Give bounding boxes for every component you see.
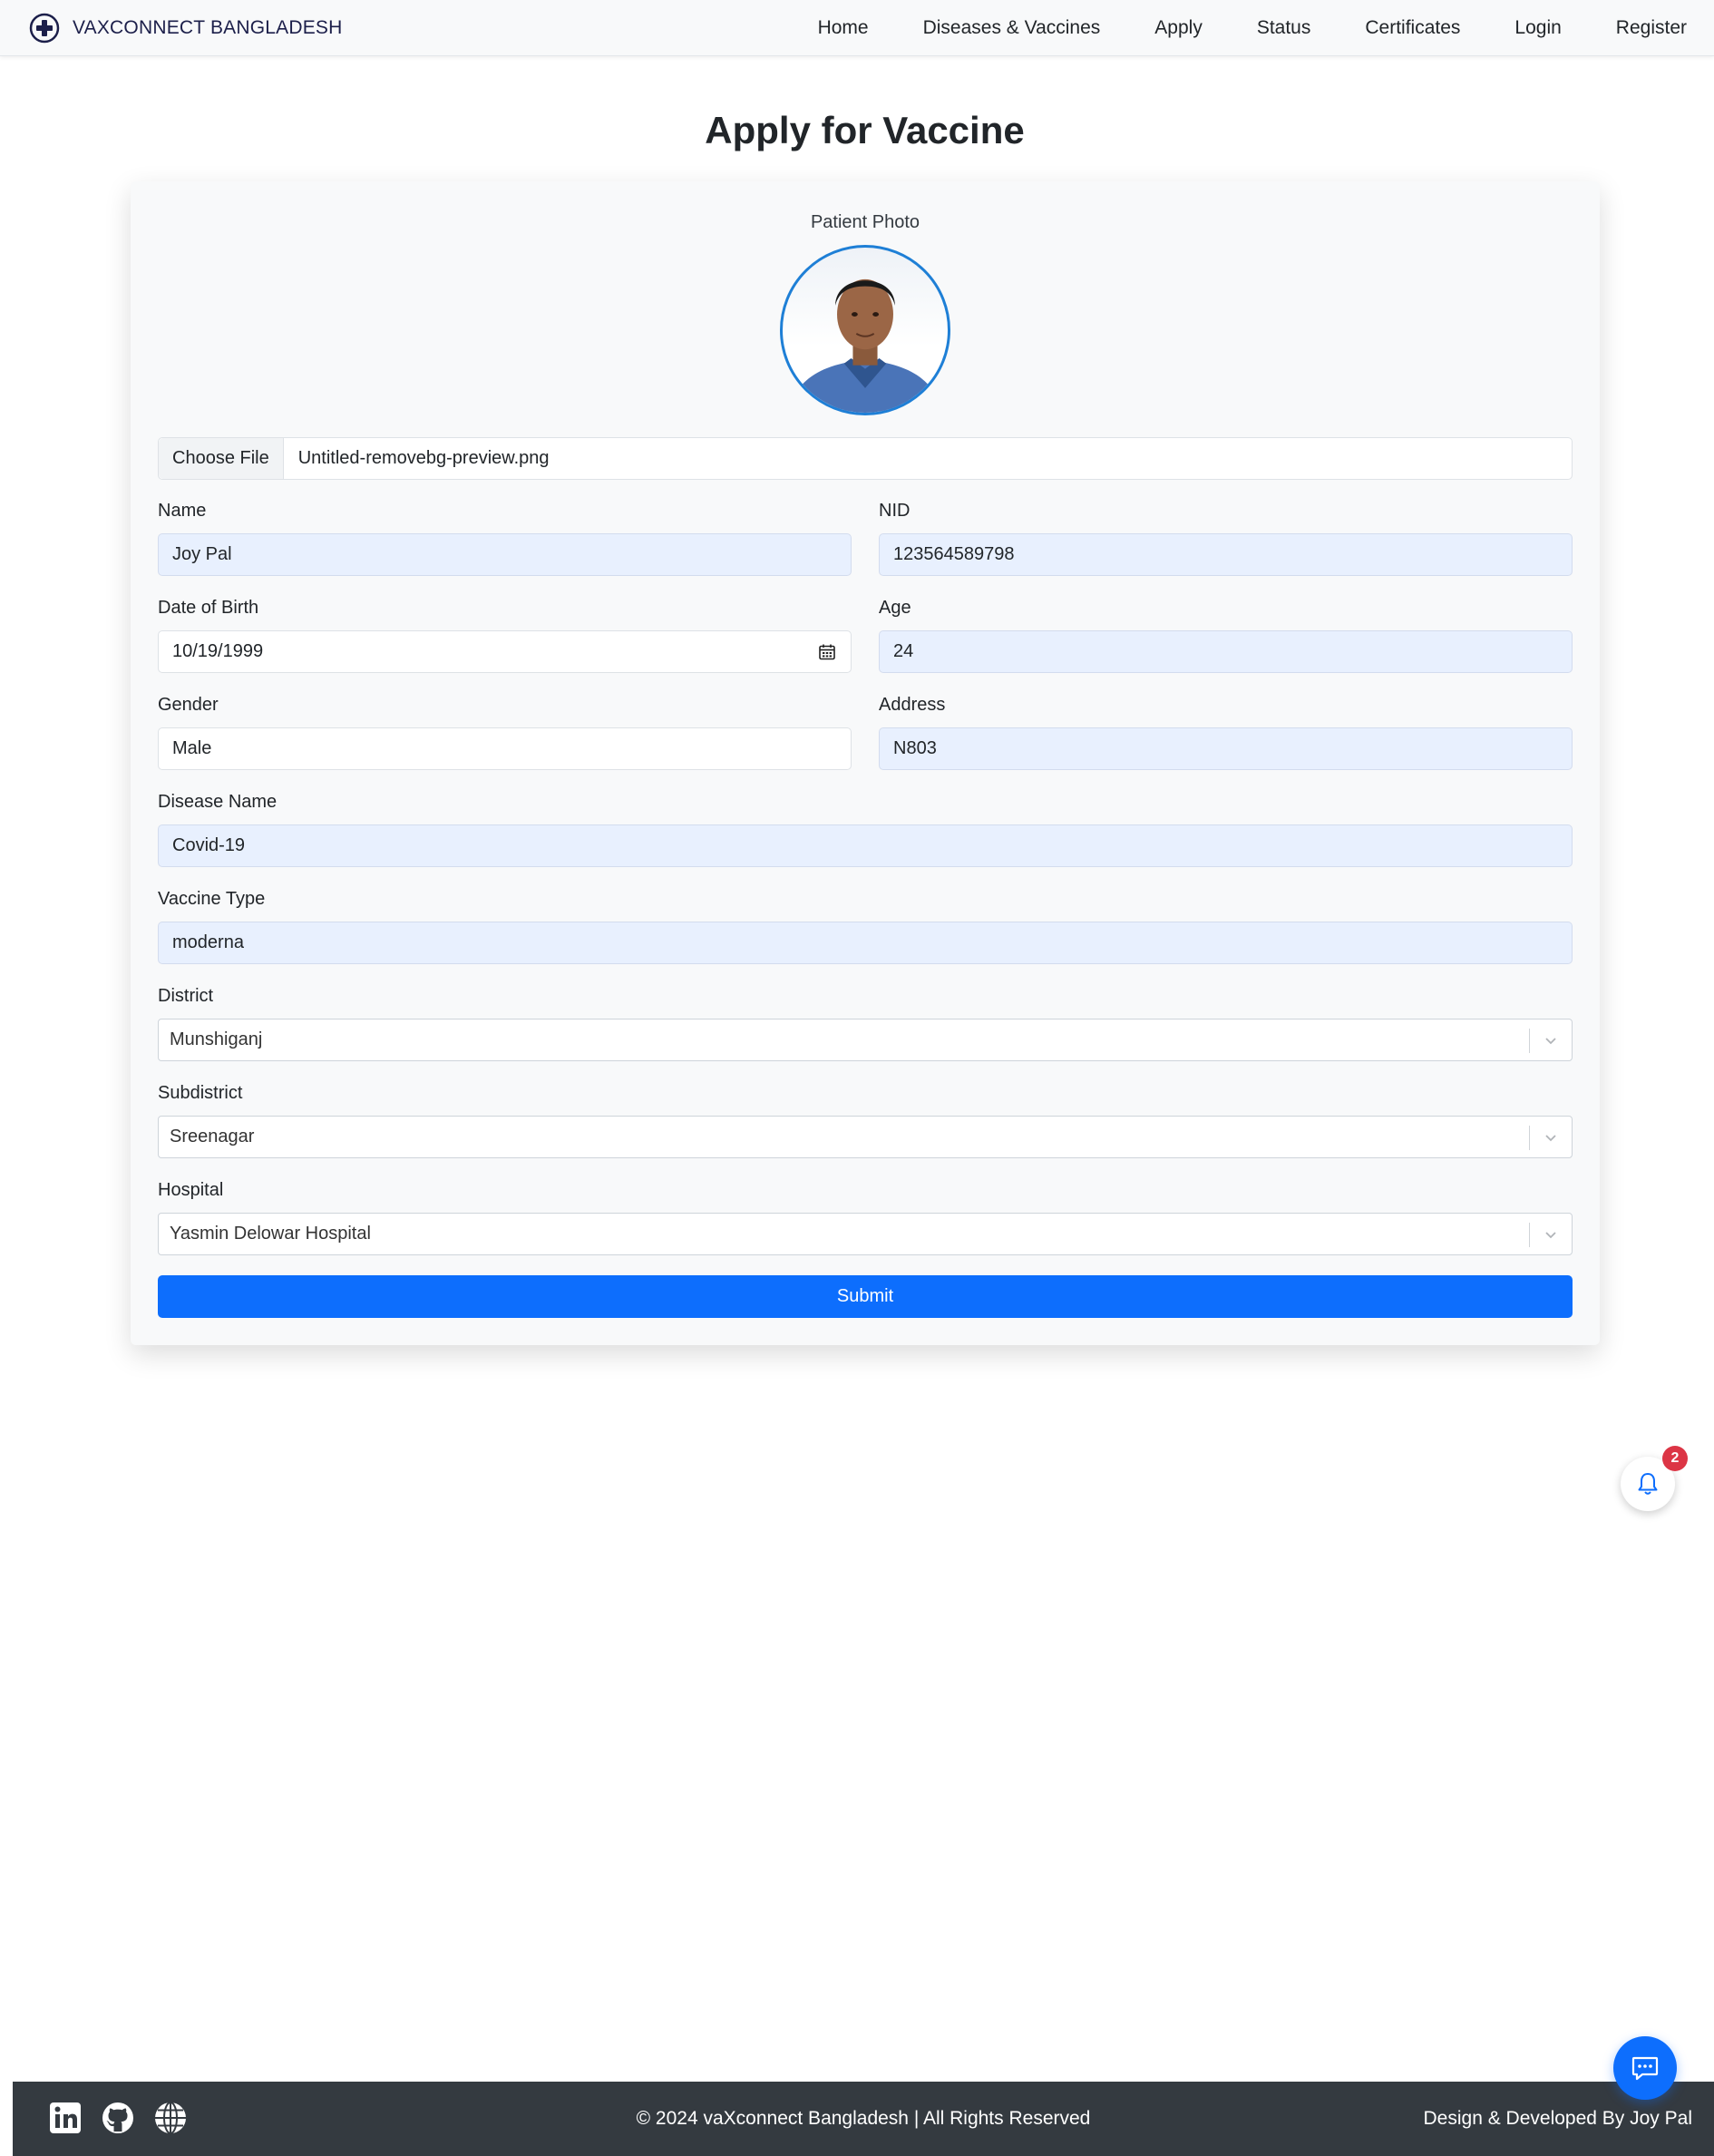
github-icon[interactable] (100, 2100, 136, 2136)
subdistrict-select[interactable]: Sreenagar (158, 1116, 1573, 1158)
disease-label: Disease Name (158, 792, 278, 812)
notification-count-badge: 2 (1662, 1446, 1688, 1471)
nav-link-register[interactable]: Register (1616, 17, 1687, 39)
select-separator (1529, 1126, 1530, 1150)
chevron-down-icon[interactable] (1541, 1127, 1561, 1147)
linkedin-icon[interactable] (47, 2100, 83, 2136)
calendar-icon[interactable] (818, 643, 836, 661)
nav-link-login[interactable]: Login (1514, 17, 1561, 39)
choose-file-button[interactable]: Choose File (159, 438, 284, 479)
gender-input[interactable]: Male (158, 727, 852, 770)
hospital-select[interactable]: Yasmin Delowar Hospital (158, 1213, 1573, 1255)
nid-label: NID (879, 501, 911, 521)
selected-file-name: Untitled-removebg-preview.png (297, 448, 550, 468)
patient-photo-avatar (780, 245, 950, 415)
navbar: VAXCONNECT BANGLADESH Home Diseases & Va… (0, 0, 1714, 56)
chevron-down-icon[interactable] (1541, 1030, 1561, 1050)
dob-label: Date of Birth (158, 598, 259, 618)
name-label: Name (158, 501, 207, 521)
age-label: Age (879, 598, 911, 618)
hospital-selected-value: Yasmin Delowar Hospital (170, 1224, 371, 1244)
patient-photo-label: Patient Photo (810, 212, 920, 232)
chat-bubble-icon (1631, 2056, 1659, 2081)
globe-icon[interactable] (152, 2100, 189, 2136)
hospital-label: Hospital (158, 1180, 224, 1200)
vaccine-type-input[interactable]: moderna (158, 922, 1573, 964)
application-form-card: Patient Photo Choose File Untitled-remov… (131, 181, 1600, 1345)
nav-menu: Home Diseases & Vaccines Apply Status Ce… (764, 0, 1687, 56)
gender-label: Gender (158, 695, 219, 715)
address-input[interactable]: N803 (879, 727, 1573, 770)
dob-value: 10/19/1999 (172, 641, 264, 661)
address-label: Address (879, 695, 946, 715)
brand-name: VAXCONNECT BANGLADESH (73, 17, 343, 38)
social-links (47, 2098, 205, 2138)
medical-cross-logo-icon (29, 13, 60, 44)
nav-link-home[interactable]: Home (818, 17, 869, 39)
footer: © 2024 vaXconnect Bangladesh | All Right… (13, 2082, 1714, 2156)
nav-link-certificates[interactable]: Certificates (1365, 17, 1460, 39)
page-title: Apply for Vaccine (705, 109, 1025, 151)
select-separator (1529, 1223, 1530, 1247)
select-separator (1529, 1029, 1530, 1053)
brand[interactable]: VAXCONNECT BANGLADESH (29, 13, 343, 44)
nid-input[interactable]: 123564589798 (879, 533, 1573, 576)
person-portrait-icon (787, 278, 943, 413)
district-selected-value: Munshiganj (170, 1029, 263, 1049)
disease-input[interactable]: Covid-19 (158, 824, 1573, 867)
nav-link-status[interactable]: Status (1257, 17, 1311, 39)
photo-file-input[interactable]: Choose File Untitled-removebg-preview.pn… (158, 437, 1573, 480)
chat-button[interactable] (1613, 2036, 1677, 2100)
chevron-down-icon[interactable] (1541, 1224, 1561, 1244)
district-select[interactable]: Munshiganj (158, 1019, 1573, 1061)
district-label: District (158, 986, 214, 1006)
nav-link-diseases-vaccines[interactable]: Diseases & Vaccines (923, 17, 1101, 39)
subdistrict-label: Subdistrict (158, 1083, 243, 1103)
age-input[interactable]: 24 (879, 630, 1573, 673)
vaccine-type-label: Vaccine Type (158, 889, 266, 909)
name-input[interactable]: Joy Pal (158, 533, 852, 576)
nav-link-apply[interactable]: Apply (1154, 17, 1203, 39)
bell-icon (1638, 1473, 1658, 1495)
dob-input[interactable]: 10/19/1999 (158, 630, 852, 673)
subdistrict-selected-value: Sreenagar (170, 1127, 255, 1146)
submit-button[interactable]: Submit (158, 1275, 1573, 1318)
